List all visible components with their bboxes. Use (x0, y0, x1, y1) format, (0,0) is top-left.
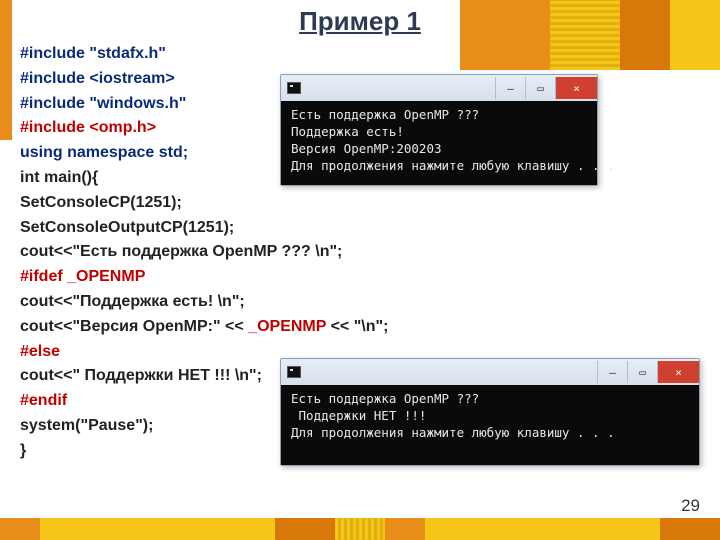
console-output: Есть поддержка OpenMP ??? Поддержки НЕТ … (281, 385, 699, 465)
maximize-button[interactable]: ▭ (627, 361, 657, 383)
decor-seg (275, 518, 335, 540)
code-token: _OPENMP (248, 318, 326, 335)
code-line: SetConsoleOutputCP(1251); (20, 219, 234, 236)
code-token: << "\n"; (326, 318, 388, 335)
minimize-button[interactable]: – (495, 77, 525, 99)
decor-seg (385, 518, 425, 540)
console-window-1: – ▭ × Есть поддержка OpenMP ??? Поддержк… (280, 74, 598, 186)
code-line: int main(){ (20, 169, 98, 186)
code-line: } (20, 442, 26, 459)
window-titlebar[interactable]: – ▭ × (281, 359, 699, 385)
decor-seg (40, 518, 275, 540)
window-buttons: – ▭ × (495, 77, 597, 99)
code-line: #ifdef _OPENMP (20, 268, 145, 285)
code-line: cout<<"Есть поддержка OpenMP ??? \n"; (20, 243, 342, 260)
code-line: SetConsoleCP(1251); (20, 194, 182, 211)
console-output: Есть поддержка OpenMP ??? Поддержка есть… (281, 101, 597, 185)
code-line: #include "windows.h" (20, 95, 186, 112)
titlebar-left (287, 366, 301, 378)
minimize-button[interactable]: – (597, 361, 627, 383)
window-titlebar[interactable]: – ▭ × (281, 75, 597, 101)
console-icon (287, 82, 301, 94)
decor-seg (660, 518, 720, 540)
window-buttons: – ▭ × (597, 361, 699, 383)
code-line: #include <omp.h> (20, 119, 156, 136)
code-line: cout<<"Поддержка есть! \n"; (20, 293, 245, 310)
code-line: #else (20, 343, 60, 360)
console-window-2: – ▭ × Есть поддержка OpenMP ??? Поддержк… (280, 358, 700, 466)
decor-seg (0, 518, 40, 540)
code-line: cout<<"Версия OpenMP:" << (20, 318, 248, 335)
close-button[interactable]: × (657, 361, 699, 383)
decor-bottom (0, 518, 720, 540)
decor-seg (335, 518, 385, 540)
code-line: #endif (20, 392, 67, 409)
code-line: using namespace std; (20, 144, 188, 161)
close-button[interactable]: × (555, 77, 597, 99)
code-line: #include <iostream> (20, 70, 175, 87)
decor-seg (425, 518, 660, 540)
titlebar-left (287, 82, 301, 94)
code-line: cout<<" Поддержки НЕТ !!! \n"; (20, 367, 262, 384)
console-icon (287, 366, 301, 378)
slide-heading: Пример 1 (0, 6, 720, 37)
code-line: system("Pause"); (20, 417, 153, 434)
code-line: #include "stdafx.h" (20, 45, 166, 62)
page-number: 29 (681, 496, 700, 516)
maximize-button[interactable]: ▭ (525, 77, 555, 99)
